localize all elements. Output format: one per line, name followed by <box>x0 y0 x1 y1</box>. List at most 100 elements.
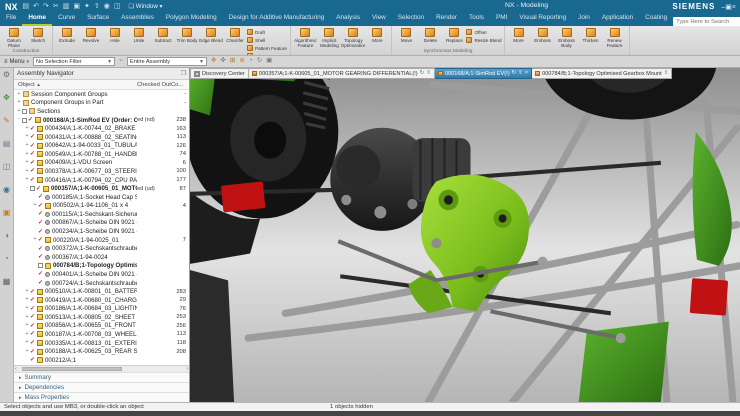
horizontal-scrollbar[interactable]: ‹ › <box>14 365 189 372</box>
viewport-3d-model[interactable] <box>190 68 740 402</box>
tab-pmi[interactable]: PMI <box>490 12 513 26</box>
tab-home[interactable]: Home <box>22 12 52 26</box>
tab-curve[interactable]: Curve <box>52 12 81 26</box>
tree-row[interactable]: +✓000378/A;1-K-00677_03_STEERING CONTROL… <box>14 167 189 176</box>
tree-row[interactable]: +✓000431/A;1-K-00888_02_SEATING AND BELT… <box>14 133 189 142</box>
tab-coating[interactable]: Coating <box>639 12 673 26</box>
tree-row[interactable]: +Component Groups in Part- <box>14 99 189 108</box>
tab-visual-reporting[interactable]: Visual Reporting <box>513 12 572 26</box>
checkout-icon[interactable]: ⇧ <box>426 71 431 77</box>
checkout-icon[interactable]: ⇧ <box>518 71 523 77</box>
ribbon-button-delete[interactable]: Delete <box>418 27 442 43</box>
ribbon-button-extrude[interactable]: Extrude <box>55 27 79 43</box>
tree-row[interactable]: +✓000549/A;1-K-00788_01_HANDBRAKE AND CA… <box>14 150 189 159</box>
ribbon-button-edge-blend[interactable]: Edge Blend <box>199 27 223 43</box>
tree-row[interactable]: ✓000367/A;1-94-0024 <box>14 253 189 262</box>
tree-row[interactable]: +Sections <box>14 107 189 116</box>
tree-row[interactable]: ✓000234/A;1-Scheibe DIN 9021 - 6.4_Washe… <box>14 227 189 236</box>
restore-button[interactable]: ▣ <box>725 4 732 11</box>
tree-row[interactable]: ✓000867/A;1-Scheibe DIN 9021 - 10.5_Wash… <box>14 219 189 228</box>
tree-row[interactable]: 000784/B;1-Topology Optimised Gearbox ..… <box>14 262 189 271</box>
tab-application[interactable]: Application <box>596 12 639 26</box>
red-marker-left[interactable] <box>221 181 266 212</box>
select-icon[interactable]: ✜ <box>220 58 225 65</box>
row-checkbox[interactable] <box>38 263 43 268</box>
window-switch-icon[interactable]: ◫ <box>114 3 121 10</box>
expand-toggle[interactable]: + <box>16 100 22 106</box>
ribbon-button-revolve[interactable]: Revolve <box>79 27 103 43</box>
cut-icon[interactable]: ✂ <box>53 3 59 10</box>
close-tab-icon[interactable]: × <box>525 71 528 77</box>
refresh-icon[interactable]: ↻ <box>420 71 425 77</box>
view-manager-icon[interactable]: ◉ <box>3 186 10 194</box>
tree-row[interactable]: ✓000724/A;1-Sechskantschraube mit Gewind… <box>14 279 189 288</box>
selection-scope-icon[interactable]: ⌁ <box>119 58 123 65</box>
ribbon-button-chamfer[interactable]: Chamfer <box>223 27 247 43</box>
tree-row[interactable]: +✓000510/A;1-K-00801_01_BATTERIES283 <box>14 287 189 296</box>
process-studio-icon[interactable]: ▦ <box>3 278 11 286</box>
part-tab-active[interactable]: 000168/A;1-SimRod EV(!)↻⇧× <box>435 68 532 79</box>
tab-polygon-modeling[interactable]: Polygon Modeling <box>160 12 223 26</box>
ribbon-button-replace[interactable]: Replace <box>442 27 466 43</box>
assembly-constraints-icon[interactable]: ⊞ <box>230 58 235 65</box>
column-object[interactable]: Object ▲ <box>14 82 137 88</box>
save-icon[interactable]: ▤ <box>23 3 30 10</box>
settings-gear-icon[interactable]: ⚙ <box>3 71 10 79</box>
ribbon-button-renew-feature[interactable]: Renew Feature <box>603 27 627 48</box>
ribbon-button-implicit-modeling[interactable]: Implicit Modeling <box>317 27 341 48</box>
reuse-library-icon[interactable]: ◫ <box>3 163 11 171</box>
ribbon-button-offset[interactable]: Offset <box>466 29 501 35</box>
tree-row[interactable]: +✓000856/A;1-K-00655_01_FRONT SUSPENSION… <box>14 322 189 331</box>
tree-row[interactable]: ✓000212/A;1 <box>14 356 189 365</box>
part-tab[interactable]: 000784/B;1-Topology Optimised Gearbox Mo… <box>532 68 672 79</box>
tree-row[interactable]: +✓000642/A;1-94-0033_01_TUBULAR FRAME126 <box>14 141 189 150</box>
refresh-icon[interactable]: ↻ <box>512 71 517 77</box>
repeat-command-icon[interactable]: ✦ <box>84 3 90 10</box>
tab-file[interactable]: File <box>0 12 22 26</box>
menu-button[interactable]: ≡ Menu ▾ <box>4 59 29 65</box>
selection-scope-dropdown[interactable]: Entire Assembly▼ <box>127 57 207 66</box>
ribbon-button-thicken[interactable]: Thicken <box>579 27 603 43</box>
graphics-window[interactable]: Discovery Center000357/A;1-K-00605_01_MO… <box>190 68 740 402</box>
snap-point-icon[interactable]: ✥ <box>211 58 216 65</box>
copy-icon[interactable]: ▥ <box>63 3 70 10</box>
section-mass-properties[interactable]: ▸Mass Properties <box>14 392 189 402</box>
scroll-right-icon[interactable]: › <box>186 366 188 373</box>
search-input[interactable] <box>673 17 740 26</box>
tree-row[interactable]: +✓000419/A;1-K-00680_01_CHARGER29 <box>14 296 189 305</box>
tree-row[interactable]: ✓000401/A;1-Scheibe DIN 9021 - 8.4_Washe… <box>14 270 189 279</box>
paste-icon[interactable]: ▣ <box>73 3 80 10</box>
ribbon-button-resize-blend[interactable]: Resize Blend <box>466 37 501 43</box>
tree-row[interactable]: ✓000372/A;1-Sechskantschraube mit Gewind… <box>14 244 189 253</box>
red-marker-right[interactable] <box>690 278 728 316</box>
history-icon[interactable]: ◔ <box>4 255 9 263</box>
assembly-navigator-icon[interactable]: ✥ <box>3 94 10 102</box>
web-browser-icon[interactable]: ◑ <box>4 232 9 240</box>
tab-tools[interactable]: Tools <box>463 12 490 26</box>
tree-row[interactable]: +✓000335/A;1-K-00813_01_EXTERIOR BODY AN… <box>14 339 189 348</box>
tree-row[interactable]: ✓000115/A;1-Sechskant-Sicherungsmutter I… <box>14 210 189 219</box>
ribbon-button-pattern-feature[interactable]: Pattern Feature <box>247 45 288 51</box>
ribbon-button-draft[interactable]: Draft <box>247 29 288 35</box>
part-tab[interactable]: Discovery Center <box>190 68 249 79</box>
tree-row[interactable]: +✓000188/A;1-K-00625_03_REAR SUSPENSION2… <box>14 347 189 356</box>
ribbon-button-emboss-body[interactable]: Emboss Body <box>555 27 579 48</box>
close-button[interactable]: × <box>732 4 736 11</box>
row-checkbox[interactable] <box>30 186 35 191</box>
tree-row[interactable]: +✓000502/A;1-94-1106_01 x 44 <box>14 202 189 211</box>
tree-row[interactable]: +✓000434/A;1-K-00744_02_BRAKE HYDRAULICS… <box>14 124 189 133</box>
undo-icon[interactable]: ↶ <box>33 3 39 10</box>
ribbon-button-hole[interactable]: Hole <box>103 27 127 43</box>
window-menu[interactable]: ❏ Window ▾ <box>129 3 163 10</box>
row-checkbox[interactable] <box>22 109 27 114</box>
hd3d-tools-icon[interactable]: ▣ <box>3 209 11 217</box>
tree-row[interactable]: -✓000168/A;1-SimRod EV (Order: Chronolog… <box>14 116 189 125</box>
tab-selection[interactable]: Selection <box>392 12 430 26</box>
part-navigator-icon[interactable]: ▤ <box>3 140 11 148</box>
tab-surface[interactable]: Surface <box>81 12 115 26</box>
column-count[interactable]: Co... <box>171 82 189 88</box>
tree-row[interactable]: +✓000187/A;1-K-00708_03_WHEELS113 <box>14 330 189 339</box>
refresh-icon[interactable]: ↻ <box>257 58 262 65</box>
tab-render[interactable]: Render <box>430 12 463 26</box>
ribbon-button-topology-optimization[interactable]: Topology Optimization <box>341 27 365 48</box>
